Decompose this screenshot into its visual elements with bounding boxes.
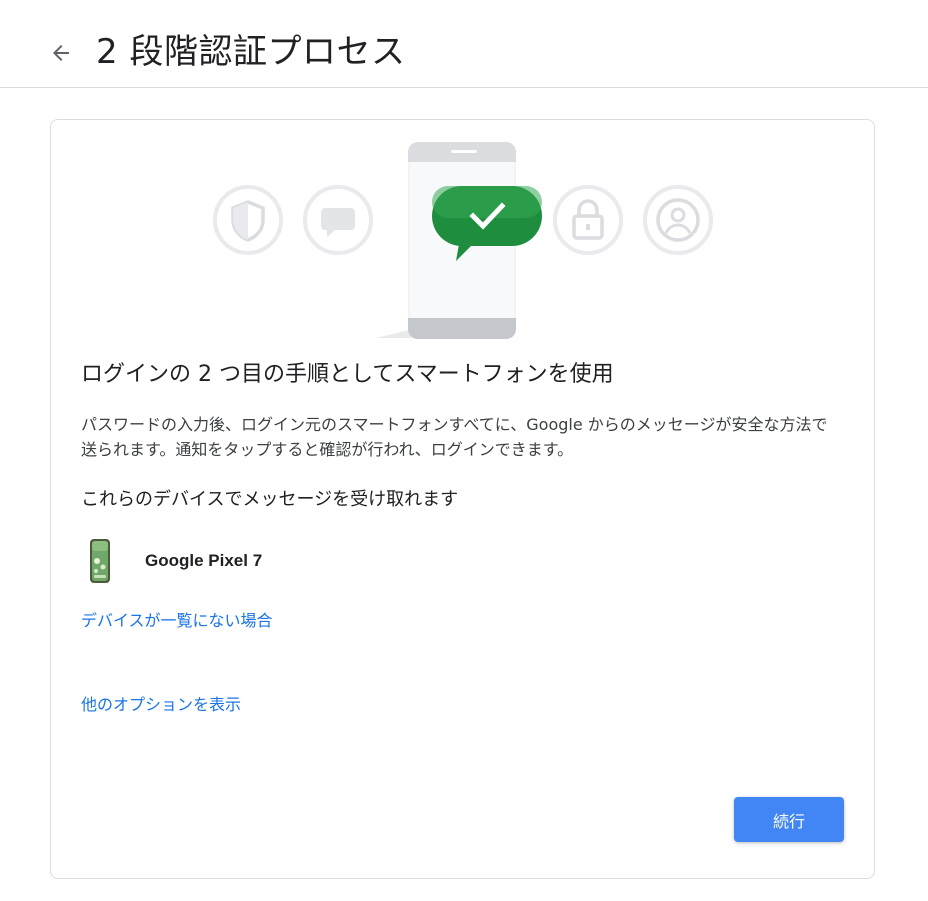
main-card: ログインの 2 つ目の手順としてスマートフォンを使用 パスワードの入力後、ログイ… xyxy=(50,119,875,879)
arrow-back-icon xyxy=(53,45,69,61)
header: 2 段階認証プロセス xyxy=(0,0,928,88)
account-icon xyxy=(643,185,713,255)
lock-icon xyxy=(553,185,623,255)
device-not-listed-link[interactable]: デバイスが一覧にない場合 xyxy=(81,609,273,633)
page-title: 2 段階認証プロセス xyxy=(96,32,406,72)
device-name: Google Pixel 7 xyxy=(145,551,263,570)
description-text: パスワードの入力後、ログイン元のスマートフォンすべてに、Google からのメッ… xyxy=(81,415,828,459)
more-options-link[interactable]: 他のオプションを表示 xyxy=(81,693,241,717)
back-button[interactable] xyxy=(44,36,78,70)
chat-bubble-icon xyxy=(303,185,373,255)
pixel-phone-icon xyxy=(90,539,110,583)
devices-heading: これらのデバイスでメッセージを受け取れます xyxy=(81,489,459,510)
shield-icon xyxy=(213,185,283,255)
hero-illustration xyxy=(213,142,713,339)
section-heading: ログインの 2 つ目の手順としてスマートフォンを使用 xyxy=(81,362,614,387)
device-item: Google Pixel 7 xyxy=(81,536,262,586)
continue-button[interactable]: 続行 xyxy=(734,797,844,842)
